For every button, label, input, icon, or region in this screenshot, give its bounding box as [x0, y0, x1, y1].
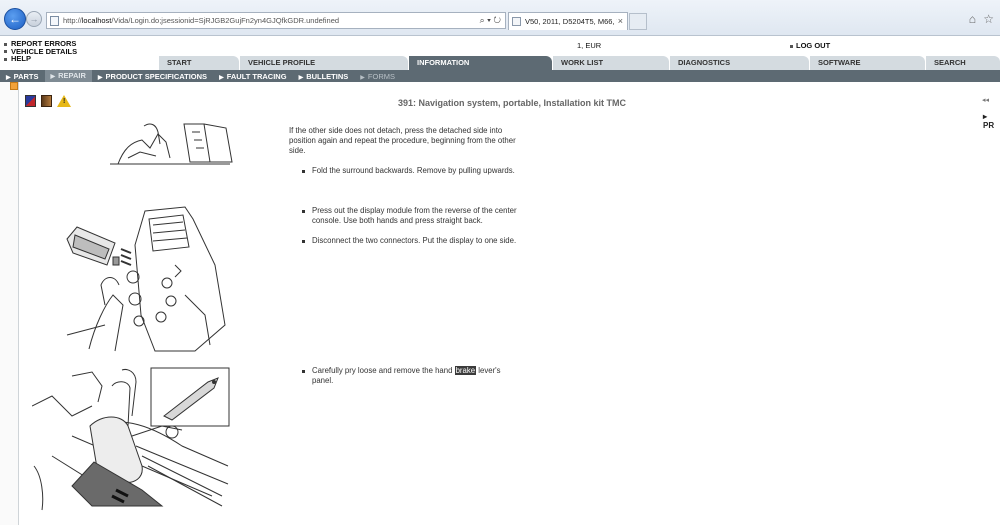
logout-link[interactable]: LOG OUT — [790, 41, 830, 50]
bookmark-marker-icon[interactable] — [10, 82, 18, 90]
tab-start[interactable]: START — [159, 56, 239, 70]
tab-vehicle-profile[interactable]: VEHICLE PROFILE — [240, 56, 408, 70]
tab-title: V50, 2011, D5204T5, M66, Y... — [525, 17, 617, 26]
subnav-parts[interactable]: ▶ PARTS — [0, 72, 45, 81]
address-bar[interactable]: http://localhost/Vida/Login.do;jsessioni… — [46, 12, 506, 29]
tab-search[interactable]: SEARCH — [926, 56, 1000, 70]
browser-chrome: ← → http://localhost/Vida/Login.do;jsess… — [0, 0, 1000, 36]
subnav-fault-tracing[interactable]: ▶ FAULT TRACING — [213, 72, 292, 81]
document-title: 391: Navigation system, portable, Instal… — [398, 98, 627, 108]
browser-tab[interactable]: V50, 2011, D5204T5, M66, Y... × — [508, 12, 628, 30]
document-toolbar: ! — [25, 95, 71, 107]
new-tab-button[interactable] — [629, 13, 647, 30]
instruction-step-4: Disconnect the two connectors. Put the d… — [302, 236, 527, 246]
close-tab-icon[interactable]: × — [618, 16, 623, 26]
favicon-icon — [512, 17, 521, 26]
home-icon[interactable]: ⌂ — [969, 12, 976, 26]
subnav-repair[interactable]: ▶ REPAIR — [44, 70, 92, 82]
instruction-step-2: Fold the surround backwards. Remove by p… — [302, 166, 522, 176]
wiring-diagram-icon[interactable] — [25, 95, 36, 107]
previous-page-icon[interactable]: ◂◂ — [982, 96, 989, 104]
subnav-bulletins[interactable]: ▶ BULLETINS — [293, 72, 355, 81]
tab-information[interactable]: INFORMATION — [409, 56, 552, 70]
left-sidebar — [0, 82, 19, 525]
illustration-surround — [110, 123, 233, 165]
instruction-step-5: Carefully pry loose and remove the hand … — [302, 366, 507, 386]
currency-label: 1, EUR — [577, 41, 602, 50]
tab-software[interactable]: SOFTWARE — [810, 56, 925, 70]
forward-button[interactable]: → — [26, 11, 42, 27]
tab-work-list[interactable]: WORK LIST — [553, 56, 669, 70]
favorites-star-icon[interactable]: ☆ — [983, 12, 994, 26]
print-link[interactable]: ▸ PR — [983, 112, 1000, 130]
warning-icon[interactable]: ! — [57, 95, 71, 107]
tab-diagnostics[interactable]: DIAGNOSTICS — [670, 56, 809, 70]
sub-navigation: ▶ PARTS ▶ REPAIR ▶ PRODUCT SPECIFICATIONS ▶… — [0, 70, 1000, 82]
search-highlight: brake — [454, 366, 477, 375]
subnav-product-specifications[interactable]: ▶ PRODUCT SPECIFICATIONS — [92, 72, 213, 81]
url-text[interactable]: http://localhost/Vida/Login.do;jsessioni… — [63, 16, 339, 25]
arrow-left-icon: ← — [9, 12, 21, 26]
illustration-display-module — [66, 206, 226, 352]
instruction-step-3: Press out the display module from the re… — [302, 206, 522, 226]
address-tools[interactable]: ⌕ ▾ ↻ — [480, 15, 501, 26]
page-icon — [50, 15, 59, 26]
tools-book-icon[interactable] — [41, 95, 52, 107]
instruction-step-1: If the other side does not detach, press… — [289, 126, 516, 155]
main-tabs: START VEHICLE PROFILE INFORMATION WORK L… — [0, 56, 1000, 70]
subnav-forms[interactable]: ▶ FORMS — [354, 72, 401, 81]
illustration-hand-brake-panel — [32, 367, 230, 511]
back-button[interactable]: ← — [4, 8, 26, 30]
arrow-right-icon: → — [29, 14, 39, 24]
